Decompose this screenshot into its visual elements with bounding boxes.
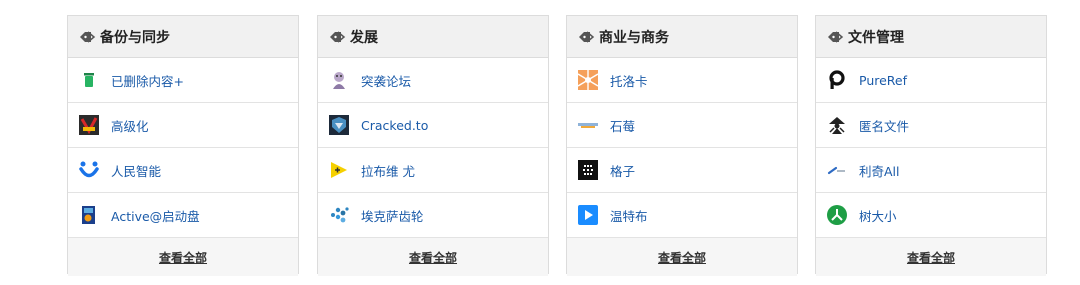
category-card-backup-sync: 备份与同步 已删除内容+ 高级化 人民智能 Active@启动盘 查看全部 [67, 15, 299, 276]
card-header: 商业与商务 [567, 16, 797, 58]
list-item[interactable]: Active@启动盘 [68, 193, 298, 238]
list-item[interactable]: 石莓 [567, 103, 797, 148]
plaid-grid-icon [578, 160, 598, 180]
anonymous-figure-icon [829, 117, 845, 134]
advanced-check-icon [79, 115, 99, 135]
app-label: 拉布维 尤 [361, 163, 415, 179]
category-card-file-management: 文件管理 PureRef 匿名文件 利奇All 树大小 查看全部 [815, 15, 1047, 276]
category-card-business: 商业与商务 托洛卡 石莓 格子 温特布 查看全部 [566, 15, 798, 276]
boot-disk-icon [82, 206, 95, 224]
app-label: 温特布 [610, 208, 648, 224]
list-item[interactable]: 托洛卡 [567, 58, 797, 103]
tag-icon [80, 30, 96, 43]
list-item[interactable]: 温特布 [567, 193, 797, 238]
yellow-play-icon [331, 162, 347, 178]
cracked-to-icon [329, 115, 349, 135]
see-all-link[interactable]: 查看全部 [159, 249, 207, 266]
see-all-link[interactable]: 查看全部 [409, 249, 457, 266]
app-label: 埃克萨齿轮 [361, 208, 424, 224]
list-item[interactable]: 匿名文件 [816, 103, 1046, 148]
orange-sunburst-icon [578, 70, 598, 90]
list-item[interactable]: 突袭论坛 [318, 58, 548, 103]
card-header: 发展 [318, 16, 548, 58]
app-label: 突袭论坛 [361, 73, 412, 89]
see-all-link[interactable]: 查看全部 [658, 249, 706, 266]
list-item[interactable]: 埃克萨齿轮 [318, 193, 548, 238]
see-all-link[interactable]: 查看全部 [907, 249, 955, 266]
card-footer: 查看全部 [567, 238, 797, 276]
list-item[interactable]: 树大小 [816, 193, 1046, 238]
list-item[interactable]: Cracked.to [318, 103, 548, 148]
app-label: Cracked.to [361, 117, 429, 133]
card-footer: 查看全部 [68, 238, 298, 276]
app-label: 高级化 [111, 118, 149, 134]
tag-icon [579, 30, 595, 43]
category-card-development: 发展 突袭论坛 Cracked.to 拉布维 尤 埃克萨齿轮 查看全部 [317, 15, 549, 276]
app-label: 树大小 [859, 208, 897, 224]
green-trash-icon [84, 73, 94, 87]
blue-dots-icon [331, 207, 349, 223]
tag-icon [330, 30, 346, 43]
forum-avatar-icon [333, 72, 345, 89]
app-label: 托洛卡 [610, 73, 648, 89]
app-label: 匿名文件 [859, 118, 910, 134]
card-footer: 查看全部 [816, 238, 1046, 276]
list-item[interactable]: 高级化 [68, 103, 298, 148]
list-item[interactable]: 利奇All [816, 148, 1046, 193]
tag-icon [828, 30, 844, 43]
blue-u-icon [79, 161, 99, 178]
list-item[interactable]: PureRef [816, 58, 1046, 103]
app-label: 人民智能 [111, 163, 162, 179]
app-label: Active@启动盘 [111, 208, 200, 224]
card-title: 备份与同步 [100, 29, 170, 46]
stoneberry-logo-icon [578, 123, 598, 128]
pureref-p-icon [829, 70, 845, 89]
app-label: 格子 [610, 163, 636, 179]
app-label: 石莓 [610, 118, 636, 134]
list-item[interactable]: 已删除内容+ [68, 58, 298, 103]
list-item[interactable]: 拉布维 尤 [318, 148, 548, 193]
app-label: PureRef [859, 72, 908, 88]
card-title: 文件管理 [848, 29, 904, 46]
card-header: 备份与同步 [68, 16, 298, 58]
card-footer: 查看全部 [318, 238, 548, 276]
blue-play-icon [578, 205, 598, 225]
green-tree-icon [827, 205, 847, 225]
app-label: 已删除内容+ [111, 73, 184, 89]
list-item[interactable]: 人民智能 [68, 148, 298, 193]
list-item[interactable]: 格子 [567, 148, 797, 193]
card-header: 文件管理 [816, 16, 1046, 58]
app-label: 利奇All [859, 163, 900, 179]
card-title: 发展 [350, 29, 378, 46]
pen-line-icon [827, 166, 845, 175]
card-title: 商业与商务 [599, 29, 669, 46]
